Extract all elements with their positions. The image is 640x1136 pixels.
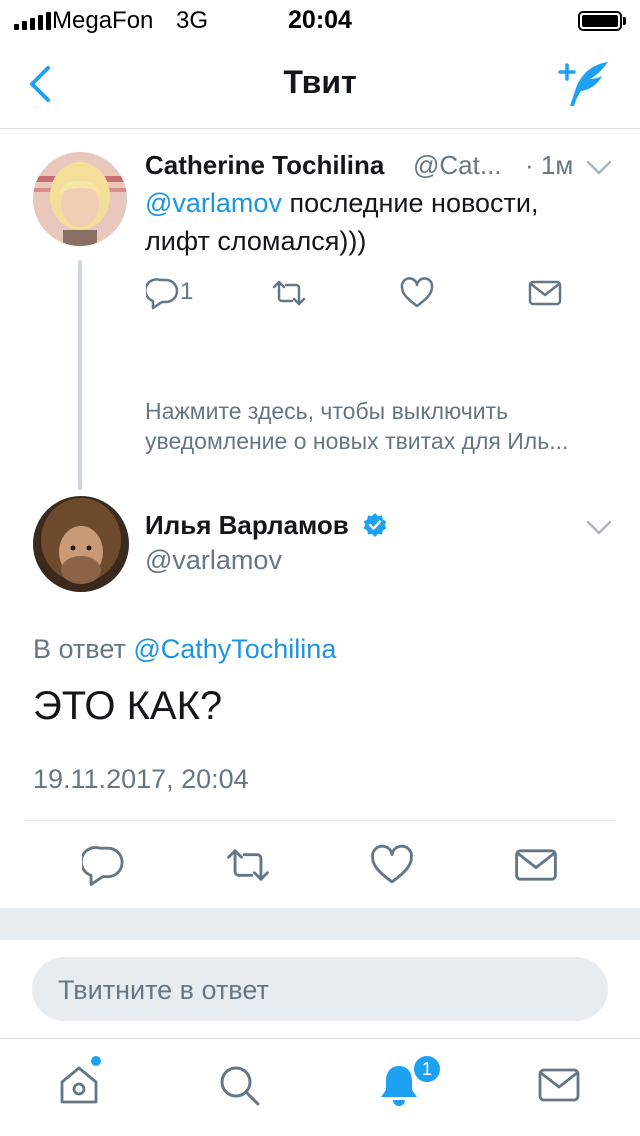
tweet-text: ЭТО КАК? [33,684,223,728]
status-time: 20:04 [288,6,352,34]
mention-link[interactable]: @varlamov [145,188,282,218]
tabbar-divider [0,1038,640,1039]
reply-icon[interactable] [79,843,126,887]
search-icon[interactable] [216,1062,262,1108]
reply-to-link[interactable]: @CathyTochilina [133,634,336,664]
tweet-text-line1: последние новости, [281,188,539,218]
author-handle[interactable]: @Cat... [413,150,502,181]
thread-connector-line [78,260,82,490]
mute-notice-line1: Нажмите здесь, чтобы выключить [145,398,509,424]
chevron-down-icon[interactable] [586,160,612,176]
chevron-down-icon[interactable] [586,520,612,536]
battery-icon [578,11,622,31]
compose-tweet-icon[interactable] [554,58,612,110]
page-title: Твит [283,64,357,100]
reply-icon[interactable] [144,276,180,310]
action-divider [24,820,616,821]
author-name[interactable]: Catherine Tochilina [145,150,384,181]
nav-divider [0,128,640,129]
tweet-age: · 1м [525,150,574,180]
reply-placeholder: Твитните в ответ [58,975,269,1005]
retweet-icon[interactable] [272,276,306,310]
notifications-badge: 1 [412,1054,442,1084]
like-icon[interactable] [400,276,434,310]
reply-prefix: В ответ [33,634,134,664]
home-icon[interactable] [56,1062,102,1108]
author-name[interactable]: Илья Варламов [145,510,388,541]
tweet-text: @varlamov последние новости, лифт сломал… [145,184,615,260]
avatar-catherine[interactable] [33,152,127,246]
direct-message-icon[interactable] [528,276,562,310]
author-handle[interactable]: @varlamov [145,545,282,576]
reply-context: В ответ @CathyTochilina [33,634,336,665]
status-bar: MegaFon 3G 20:04 [0,0,640,42]
avatar-varlamov[interactable] [33,496,129,592]
verified-icon [363,513,387,537]
new-content-dot [91,1056,101,1066]
retweet-icon[interactable] [226,843,270,887]
direct-message-icon[interactable] [514,843,558,887]
tweet-text-line2: лифт сломался))) [145,226,367,256]
battery-tip [623,17,626,25]
mute-notifications-notice[interactable]: Нажмите здесь, чтобы выключить уведомлен… [145,396,625,456]
author-name-text: Илья Варламов [145,510,349,540]
reply-count: 1 [180,278,194,305]
section-separator [0,908,640,940]
messages-icon[interactable] [536,1062,582,1108]
mute-notice-line2: уведомление о новых твитах для Иль... [145,428,569,454]
like-icon[interactable] [370,843,414,887]
tweet-timestamp: 19.11.2017, 20:04 [33,764,249,794]
